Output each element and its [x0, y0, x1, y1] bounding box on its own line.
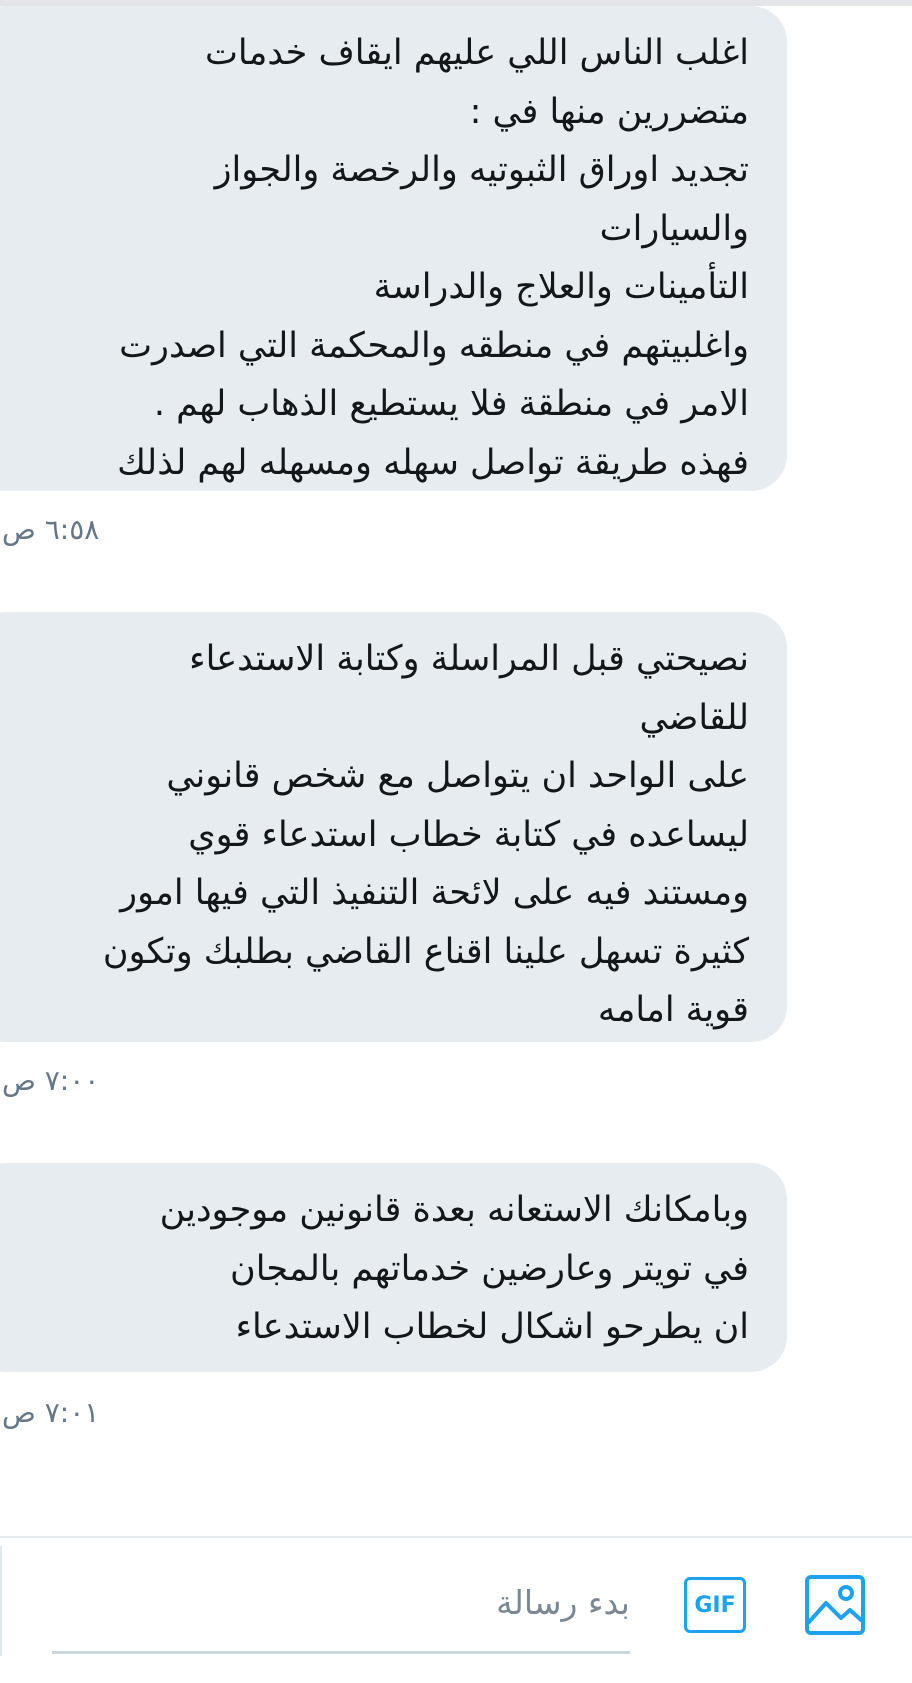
message-line: في تويتر وعارضين خدماتهم بالمجان — [230, 1248, 749, 1289]
gif-button[interactable]: GIF — [684, 1577, 746, 1633]
composer-divider — [0, 1536, 912, 1538]
gif-icon: GIF — [694, 1592, 736, 1618]
message-timestamp: ٦:٥٨ ص — [2, 513, 100, 546]
message-line: ليساعده في كتابة خطاب استدعاء قوي — [188, 814, 749, 855]
message-line: والسيارات — [599, 208, 749, 249]
message-timestamp: ٧:٠١ ص — [2, 1396, 100, 1429]
message-line: اغلب الناس اللي عليهم ايقاف خدمات — [204, 33, 749, 73]
message-timestamp: ٧:٠٠ ص — [2, 1064, 100, 1097]
message-line: واغلبيتهم في منطقه والمحكمة التي اصدرت — [119, 325, 749, 366]
message-line: تجديد اوراق الثبوتيه والرخصة والجواز — [214, 150, 749, 190]
message-line: التأمينات والعلاج والدراسة — [373, 267, 749, 307]
image-icon — [805, 1575, 865, 1635]
message-line: ان يطرحو اشكال لخطاب الاستدعاء — [235, 1307, 749, 1347]
image-button[interactable] — [804, 1574, 866, 1636]
message-line: نصيحتي قبل المراسلة وكتابة الاستدعاء — [189, 639, 749, 679]
message-line: على الواحد ان يتواصل مع شخص قانوني — [166, 756, 749, 796]
message-line: ومستند فيه على لائحة التنفيذ التي فيها ا… — [120, 873, 749, 913]
message-line: الامر في منطقة فلا يستطيع الذهاب لهم . — [153, 384, 749, 424]
message-line: متضررين منها في : — [469, 91, 749, 132]
message-line: كثيرة تسهل علينا اقناع القاضي بطلبك وتكو… — [102, 931, 749, 972]
message-line: قوية امامه — [597, 990, 749, 1030]
message-line: فهذه طريقة تواصل سهله ومسهله لهم لذلك — [117, 442, 749, 483]
message-bubble[interactable]: نصيحتي قبل المراسلة وكتابة الاستدعاء للق… — [0, 612, 787, 1042]
composer-edge — [0, 1546, 2, 1656]
message-line: للقاضي — [639, 697, 749, 738]
dm-conversation: اغلب الناس اللي عليهم ايقاف خدمات متضرري… — [0, 0, 912, 1683]
message-bubble[interactable]: اغلب الناس اللي عليهم ايقاف خدمات متضرري… — [0, 6, 787, 491]
message-line: وبامكانك الاستعانه بعدة قانونين موجودين — [159, 1190, 749, 1230]
message-input[interactable] — [52, 1568, 630, 1654]
message-bubble[interactable]: وبامكانك الاستعانه بعدة قانونين موجودين … — [0, 1163, 787, 1372]
